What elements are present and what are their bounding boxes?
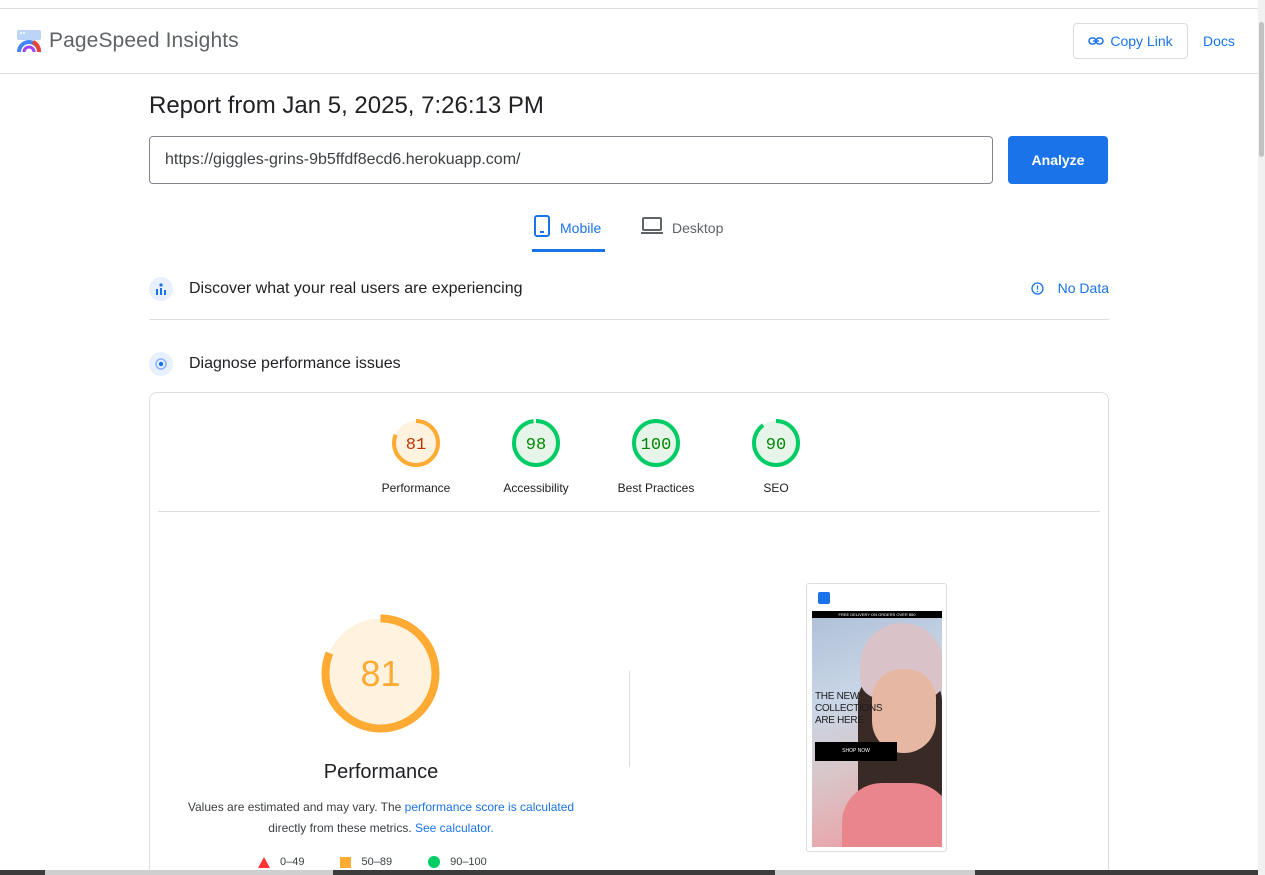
legend-range: 50–89 bbox=[361, 856, 393, 868]
legend-pass: 90–100 bbox=[428, 856, 487, 868]
no-data-label: No Data bbox=[1057, 280, 1109, 296]
hero-image bbox=[842, 783, 942, 847]
tab-desktop-label: Desktop bbox=[672, 220, 724, 236]
score-gauge-performance[interactable]: 81 Performance bbox=[366, 417, 466, 495]
score-label: Performance bbox=[381, 481, 451, 495]
taskbar-edge bbox=[0, 870, 1258, 875]
info-icon bbox=[1030, 281, 1044, 295]
score-calculation-link[interactable]: performance score is calculated bbox=[405, 800, 574, 814]
docs-link[interactable]: Docs bbox=[1203, 33, 1235, 49]
divider bbox=[158, 511, 1100, 512]
divider bbox=[149, 319, 1109, 320]
green-circle-icon bbox=[428, 856, 441, 868]
legend-range: 90–100 bbox=[450, 856, 487, 868]
screenshot-headline: THE NEW COLLECTIONS ARE HERE bbox=[815, 691, 883, 727]
desc-text: directly from these metrics. bbox=[268, 821, 415, 835]
performance-big-score: 81 bbox=[360, 653, 400, 694]
mobile-phone-icon bbox=[534, 215, 550, 237]
score-value: 81 bbox=[406, 436, 426, 455]
performance-big-gauge: 81 bbox=[320, 613, 441, 734]
diagnose-title: Diagnose performance issues bbox=[189, 355, 401, 372]
orange-square-icon bbox=[340, 856, 352, 868]
headline-line: THE NEW bbox=[815, 691, 860, 702]
url-input[interactable] bbox=[149, 136, 993, 184]
screenshot-banner: FREE DELIVERY ON ORDERS OVER $50 bbox=[812, 611, 942, 618]
analyze-button[interactable]: Analyze bbox=[1008, 136, 1108, 184]
headline-line: ARE HERE bbox=[815, 715, 864, 726]
score-value: 98 bbox=[526, 436, 546, 455]
site-logo-icon bbox=[818, 592, 830, 604]
screenshot-shop-button: SHOP NOW bbox=[815, 742, 897, 761]
score-value: 90 bbox=[766, 436, 786, 455]
pagespeed-logo-icon[interactable] bbox=[16, 28, 42, 54]
real-users-section: Discover what your real users are experi… bbox=[149, 277, 1109, 301]
top-bar: PageSpeed Insights Copy Link Docs bbox=[0, 8, 1258, 74]
vertical-divider bbox=[629, 671, 630, 767]
red-triangle-icon bbox=[258, 856, 270, 868]
tab-desktop[interactable]: Desktop bbox=[640, 214, 723, 252]
performance-title: Performance bbox=[323, 761, 439, 783]
tab-mobile-label: Mobile bbox=[560, 220, 602, 236]
legend-fail: 0–49 bbox=[258, 856, 304, 868]
report-card: 81 Performance 98 Accessibility 100 Best Prac… bbox=[149, 392, 1109, 875]
see-calculator-link[interactable]: See calculator. bbox=[415, 821, 494, 835]
score-gauge-seo[interactable]: 90 SEO bbox=[726, 417, 826, 495]
legend-average: 50–89 bbox=[340, 856, 392, 868]
screenshot-hero: FREE DELIVERY ON ORDERS OVER $50 THE NEW… bbox=[812, 611, 942, 847]
scrollbar[interactable] bbox=[1258, 0, 1265, 875]
score-value: 100 bbox=[641, 436, 672, 455]
headline-line: COLLECTIONS bbox=[815, 703, 883, 714]
tab-mobile[interactable]: Mobile bbox=[532, 214, 605, 252]
legend-range: 0–49 bbox=[280, 856, 305, 868]
users-chart-icon bbox=[149, 277, 173, 301]
score-label: SEO bbox=[763, 481, 789, 495]
performance-description: Values are estimated and may vary. The p… bbox=[180, 797, 582, 839]
score-label: Best Practices bbox=[617, 481, 695, 495]
score-gauge-best-practices[interactable]: 100 Best Practices bbox=[606, 417, 706, 495]
link-icon bbox=[1088, 37, 1105, 45]
laptop-icon bbox=[641, 217, 663, 234]
scrollbar-thumb[interactable] bbox=[1259, 22, 1264, 157]
diagnose-section: Diagnose performance issues bbox=[149, 352, 1109, 376]
taskbar-segment bbox=[775, 870, 975, 875]
report-title: Report from Jan 5, 2025, 7:26:13 PM bbox=[149, 92, 544, 119]
real-users-title: Discover what your real users are experi… bbox=[189, 280, 523, 297]
score-gauge-accessibility[interactable]: 98 Accessibility bbox=[486, 417, 586, 495]
no-data-link[interactable]: No Data bbox=[1030, 280, 1109, 296]
desc-text: Values are estimated and may vary. The bbox=[187, 800, 405, 814]
app-title[interactable]: PageSpeed Insights bbox=[49, 29, 239, 53]
copy-link-label: Copy Link bbox=[1110, 33, 1173, 49]
target-icon bbox=[149, 352, 173, 376]
taskbar-segment bbox=[45, 870, 333, 875]
copy-link-button[interactable]: Copy Link bbox=[1073, 23, 1188, 59]
score-label: Accessibility bbox=[503, 481, 569, 495]
page-screenshot[interactable]: FREE DELIVERY ON ORDERS OVER $50 THE NEW… bbox=[806, 583, 947, 852]
score-legend: 0–49 50–89 90–100 bbox=[258, 856, 487, 868]
